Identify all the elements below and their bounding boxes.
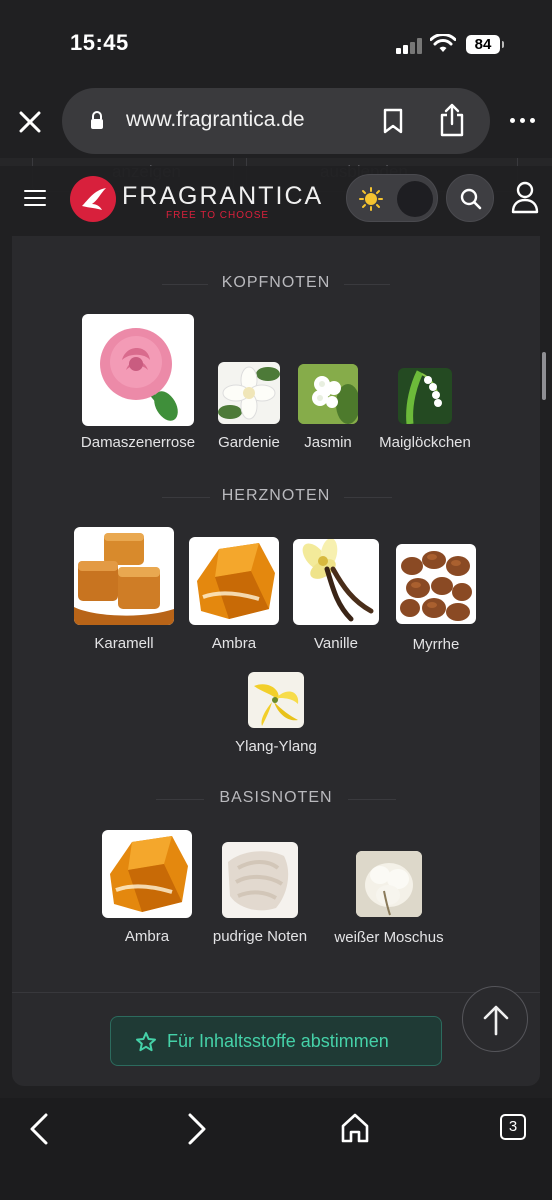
page-scrollbar[interactable] — [542, 352, 546, 400]
moon-toggle-knob — [397, 181, 433, 217]
ylang-ylang-icon — [248, 672, 304, 728]
search-icon — [460, 188, 482, 210]
moon-icon — [408, 189, 418, 209]
url-text: www.fragrantica.de — [126, 108, 305, 131]
tabs-count-button[interactable]: 3 — [500, 1114, 526, 1140]
white-musk-icon — [356, 851, 422, 917]
hamburger-menu-icon[interactable] — [24, 188, 48, 206]
bookmark-icon[interactable] — [382, 108, 404, 134]
note-item[interactable]: Maiglöckchen — [379, 368, 471, 454]
vote-button-label: Für Inhaltsstoffe abstimmen — [167, 1031, 389, 1051]
notes-pyramid-card: KOPFNOTEN Damaszenerrose Gardenie Jasmin… — [12, 236, 540, 1086]
sun-icon — [359, 187, 383, 211]
jasmine-icon — [298, 364, 358, 424]
caramel-icon — [74, 527, 174, 625]
section-base-notes: BASISNOTEN — [12, 789, 540, 809]
close-icon[interactable] — [14, 106, 46, 138]
theme-toggle[interactable] — [346, 174, 438, 222]
rose-icon — [82, 314, 194, 426]
note-name: weißer Moschus — [334, 929, 444, 946]
gardenia-icon — [218, 362, 280, 424]
brand-tagline: FREE TO CHOOSE — [166, 210, 270, 221]
note-item[interactable]: Ylang-Ylang — [235, 672, 317, 758]
star-icon — [136, 1032, 156, 1052]
vote-ingredients-button[interactable]: Für Inhaltsstoffe abstimmen — [110, 1016, 442, 1066]
note-item[interactable]: Jasmin — [298, 364, 358, 454]
status-bar: 15:45 84 — [0, 0, 552, 88]
note-name: Myrrhe — [412, 636, 460, 653]
brand-name[interactable]: FRAGRANTICA — [122, 182, 323, 211]
amber-icon — [189, 537, 279, 625]
amber-icon — [102, 830, 192, 918]
user-account-icon[interactable] — [510, 180, 540, 214]
section-heading: BASISNOTEN — [219, 789, 333, 806]
note-name: Ylang-Ylang — [235, 738, 317, 755]
section-heart-notes: HERZNOTEN — [12, 487, 540, 507]
section-heading: HERZNOTEN — [221, 487, 331, 504]
address-bar[interactable]: www.fragrantica.de — [62, 88, 490, 154]
note-item[interactable]: weißer Moschus — [334, 851, 444, 948]
forward-arrow-icon[interactable] — [184, 1112, 210, 1146]
wifi-icon — [430, 34, 456, 52]
note-item[interactable]: Myrrhe — [396, 544, 476, 655]
myrrh-icon — [396, 544, 476, 624]
arrow-up-icon — [483, 1005, 509, 1036]
share-icon[interactable] — [438, 103, 466, 137]
section-top-notes: KOPFNOTEN — [12, 274, 540, 294]
browser-bottom-bar: 3 — [0, 1098, 552, 1200]
note-name: pudrige Noten — [212, 928, 308, 945]
divider — [12, 992, 540, 993]
site-header: FRAGRANTICA FREE TO CHOOSE — [0, 166, 552, 232]
fragrantica-logo-icon[interactable] — [70, 176, 116, 222]
lock-icon — [91, 111, 103, 129]
home-icon[interactable] — [340, 1112, 370, 1144]
scroll-to-top-button[interactable] — [462, 986, 528, 1052]
cellular-signal-icon — [396, 38, 424, 54]
note-item[interactable]: pudrige Noten — [213, 842, 307, 948]
battery-icon: 84 — [466, 35, 504, 54]
note-item[interactable]: Damaszenerrose — [81, 314, 195, 454]
clock: 15:45 — [70, 30, 129, 55]
lily-of-the-valley-icon — [398, 368, 452, 424]
search-button[interactable] — [446, 174, 494, 222]
powder-icon — [222, 842, 298, 918]
more-menu-icon[interactable] — [508, 118, 538, 126]
note-item[interactable]: Ambra — [102, 830, 192, 948]
note-name: Maiglöckchen — [379, 434, 471, 451]
browser-toolbar: www.fragrantica.de — [0, 88, 552, 158]
vanilla-icon — [293, 539, 379, 625]
section-heading: KOPFNOTEN — [221, 274, 331, 291]
back-arrow-icon[interactable] — [26, 1112, 52, 1146]
